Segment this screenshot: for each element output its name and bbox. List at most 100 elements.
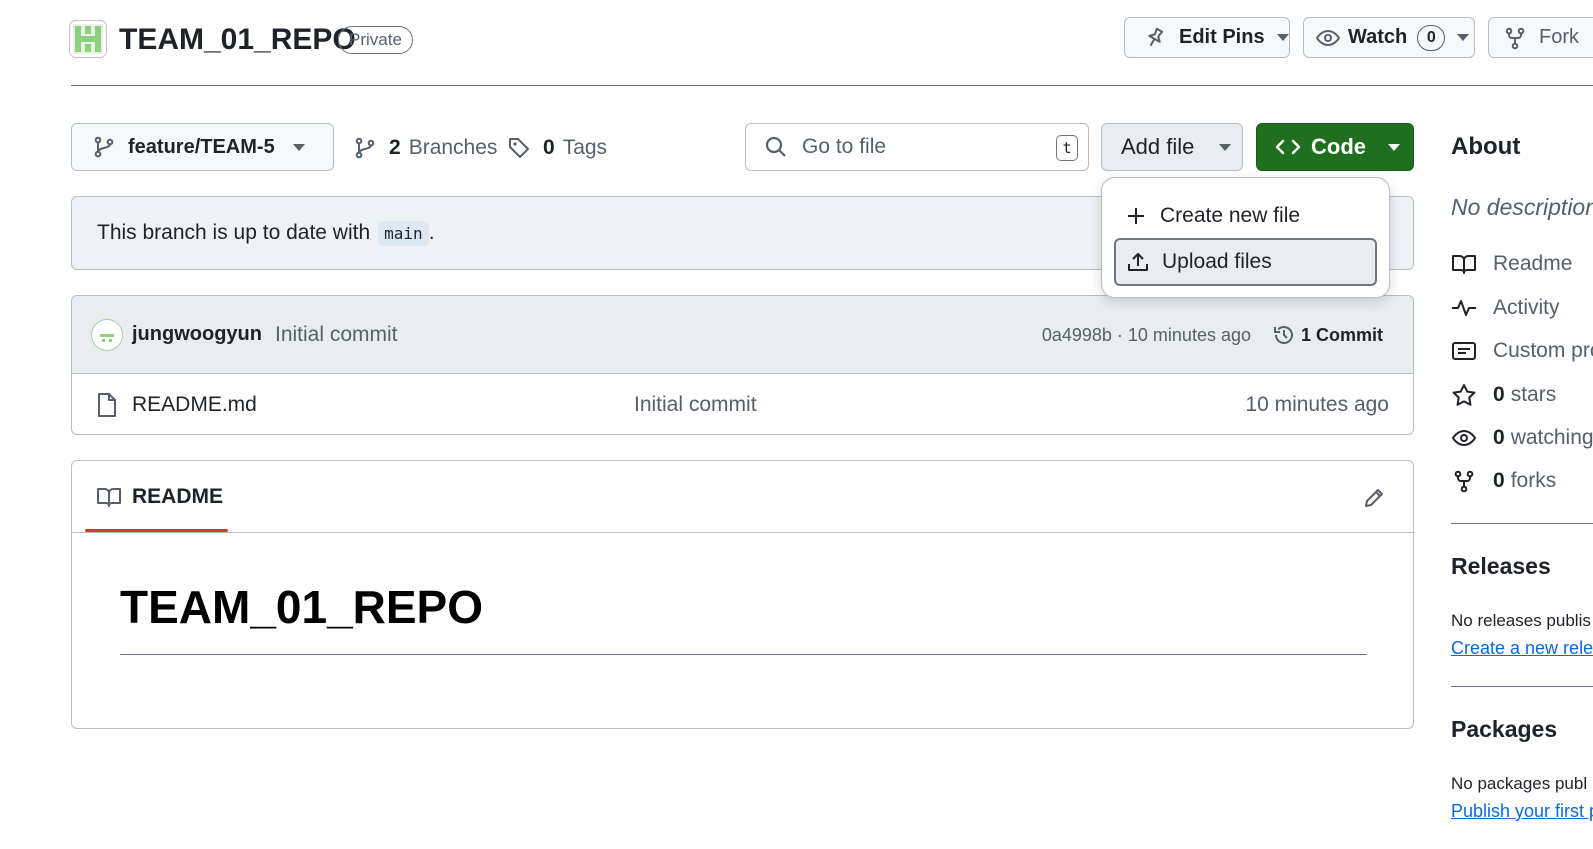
latest-commit-bar: jungwoogyun Initial commit 0a4998b · 10 … (72, 296, 1413, 374)
go-to-file-placeholder: Go to file (802, 135, 887, 158)
edit-pins-button[interactable]: Edit Pins (1124, 17, 1290, 58)
add-file-label: Add file (1121, 134, 1195, 159)
chevron-down-icon (1219, 143, 1232, 151)
sidebar-item-label: Readme (1493, 252, 1573, 275)
watching-count: 0 (1493, 426, 1505, 449)
file-commit-message[interactable]: Initial commit (634, 393, 757, 417)
menu-item-upload-files[interactable]: Upload files (1114, 238, 1377, 286)
create-release-link[interactable]: Create a new relea (1451, 638, 1593, 659)
commit-author[interactable]: jungwoogyun (132, 323, 262, 346)
watching-label: watching (1510, 426, 1593, 449)
base-branch-badge[interactable]: main (378, 220, 429, 246)
tags-count: 0 (543, 136, 555, 159)
fork-icon (1503, 26, 1527, 50)
publish-package-link[interactable]: Publish your first p (1451, 801, 1593, 822)
pulse-icon (1451, 296, 1477, 320)
readme-heading: TEAM_01_REPO (120, 581, 484, 633)
book-icon (96, 485, 122, 509)
tags-label: Tags (562, 136, 608, 159)
author-avatar[interactable] (91, 318, 123, 351)
code-label: Code (1311, 134, 1366, 159)
repo-description: No description (1451, 194, 1593, 220)
identicon-icon (73, 24, 103, 54)
branch-icon (92, 135, 116, 159)
sidebar-item-label: Activity (1493, 296, 1560, 319)
pin-icon (1143, 26, 1167, 50)
tags-link[interactable]: 0 Tags (507, 133, 607, 163)
eye-icon (1316, 26, 1340, 50)
branch-name: feature/TEAM-5 (128, 135, 275, 158)
edit-pins-label: Edit Pins (1179, 26, 1265, 48)
search-icon (764, 135, 788, 159)
table-row: README.md Initial commit 10 minutes ago (72, 374, 1413, 434)
history-icon (1272, 323, 1296, 347)
sidebar-item-activity[interactable]: Activity (1451, 296, 1560, 320)
sidebar-divider (1451, 686, 1593, 687)
branch-icon (353, 136, 377, 160)
repo-avatar[interactable] (69, 20, 107, 58)
branches-link[interactable]: 2 Branches (353, 133, 497, 163)
file-icon (96, 392, 118, 418)
watch-button[interactable]: Watch 0 (1303, 17, 1475, 58)
header-divider (71, 85, 1593, 86)
file-name[interactable]: README.md (132, 393, 257, 417)
commits-link[interactable]: 1 Commit (1272, 296, 1383, 374)
star-icon (1451, 383, 1477, 407)
identicon-icon (100, 333, 114, 342)
readme-panel: README TEAM_01_REPO (71, 460, 1414, 729)
readme-tab-divider (72, 532, 1413, 533)
forks-count: 0 (1493, 469, 1505, 492)
chevron-down-icon (292, 143, 305, 151)
add-file-menu: Create new file Upload files (1101, 177, 1390, 298)
menu-item-label: Upload files (1162, 250, 1272, 273)
branch-status-text: This branch is up to date with (97, 221, 371, 244)
menu-item-create-new-file[interactable]: Create new file (1114, 196, 1377, 236)
about-title: About (1451, 133, 1521, 160)
readme-tab[interactable]: README (96, 485, 223, 509)
releases-text: No releases publis (1451, 611, 1591, 630)
packages-title[interactable]: Packages (1451, 716, 1557, 743)
readme-tab-label: README (132, 485, 224, 508)
branch-selector[interactable]: feature/TEAM-5 (71, 123, 334, 171)
file-time: 10 minutes ago (1245, 393, 1389, 416)
commit-hash[interactable]: 0a4998b (1042, 325, 1112, 346)
chevron-down-icon (1388, 143, 1400, 151)
upload-icon (1126, 250, 1150, 274)
repo-name[interactable]: TEAM_01_REPO (119, 20, 356, 60)
go-to-file-input[interactable]: Go to file t (745, 123, 1089, 171)
visibility-badge: Private (338, 26, 413, 54)
sidebar-item-watching[interactable]: 0 watching (1451, 426, 1593, 450)
branches-count: 2 (389, 136, 401, 159)
commit-message[interactable]: Initial commit (275, 323, 398, 347)
sidebar-item-custom-properties[interactable]: Custom pro (1451, 339, 1593, 363)
code-button[interactable]: Code (1256, 123, 1414, 171)
commit-time: 10 minutes ago (1127, 324, 1251, 345)
chevron-down-icon (1276, 34, 1289, 41)
sidebar-item-readme[interactable]: Readme (1451, 252, 1572, 276)
menu-item-label: Create new file (1160, 204, 1301, 227)
branch-status-suffix: . (428, 221, 435, 244)
packages-text: No packages publ (1451, 774, 1588, 793)
fork-button[interactable]: Fork (1488, 17, 1593, 58)
fork-label: Fork (1539, 26, 1579, 48)
watch-label: Watch (1348, 26, 1408, 48)
releases-title[interactable]: Releases (1451, 553, 1551, 580)
forks-label: forks (1510, 469, 1557, 492)
chevron-down-icon (1457, 34, 1470, 41)
commits-count-label: 1 Commit (1300, 324, 1383, 345)
add-file-button[interactable]: Add file (1101, 123, 1243, 171)
edit-readme-button[interactable] (1357, 481, 1391, 515)
pencil-icon (1362, 486, 1386, 510)
plus-icon (1126, 206, 1146, 226)
fork-icon (1451, 469, 1477, 493)
file-table: jungwoogyun Initial commit 0a4998b · 10 … (71, 295, 1414, 435)
watch-count: 0 (1417, 24, 1446, 51)
shortcut-key: t (1056, 135, 1078, 161)
commit-separator: · (1116, 324, 1123, 345)
branches-label: Branches (408, 136, 498, 159)
stars-label: stars (1510, 383, 1557, 406)
sidebar-item-forks[interactable]: 0 forks (1451, 469, 1556, 493)
sidebar-item-stars[interactable]: 0 stars (1451, 383, 1556, 407)
eye-icon (1451, 426, 1477, 450)
stars-count: 0 (1493, 383, 1505, 406)
